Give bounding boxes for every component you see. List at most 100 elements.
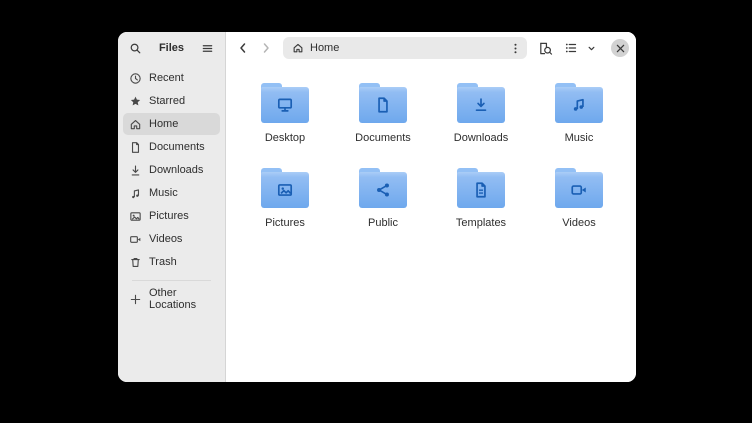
sidebar-item-label: Music [149, 187, 178, 199]
folder-body [359, 172, 407, 208]
chevron-left-icon [236, 41, 250, 55]
folder-body [261, 87, 309, 123]
folder-icon [555, 83, 603, 123]
search-icon [129, 42, 142, 55]
folder-label: Templates [456, 217, 506, 229]
folder-body [555, 87, 603, 123]
folder-desktop[interactable]: Desktop [236, 83, 334, 168]
folder-body [457, 87, 505, 123]
sidebar-item-label: Videos [149, 233, 182, 245]
folder-documents[interactable]: Documents [334, 83, 432, 168]
share-emblem-icon [374, 181, 392, 199]
video-icon [129, 233, 142, 246]
hamburger-menu-icon [201, 42, 214, 55]
desktop-background: { "window": { "title": "Files", "sidebar… [0, 0, 752, 423]
current-location-label: Home [310, 42, 339, 54]
back-button[interactable] [233, 37, 253, 59]
folder-body [261, 172, 309, 208]
headerbar: Home [226, 32, 636, 64]
sidebar-item-label: Starred [149, 95, 185, 107]
document-icon [129, 141, 142, 154]
folder-icon [359, 168, 407, 208]
file-grid: Desktop Documents Download [226, 64, 636, 382]
video-emblem-icon [570, 181, 588, 199]
chevron-right-icon [259, 41, 273, 55]
sidebar-separator [132, 280, 211, 281]
sidebar-item-label: Downloads [149, 164, 203, 176]
folder-label: Downloads [454, 132, 508, 144]
sidebar-item-label: Documents [149, 141, 205, 153]
folder-label: Music [565, 132, 594, 144]
list-view-button[interactable] [561, 37, 581, 59]
sidebar-item-label: Trash [149, 256, 177, 268]
search-location-button[interactable] [534, 37, 556, 59]
document-emblem-icon [374, 96, 392, 114]
music-note-icon [129, 187, 142, 200]
sidebar-item-other-locations[interactable]: Other Locations [123, 288, 220, 310]
sidebar-item-music[interactable]: Music [123, 182, 220, 204]
folder-label: Pictures [265, 217, 305, 229]
sidebar-header: Files [118, 32, 225, 64]
folder-body [457, 172, 505, 208]
folder-body [555, 172, 603, 208]
image-emblem-icon [276, 181, 294, 199]
folder-icon [457, 83, 505, 123]
image-icon [129, 210, 142, 223]
main-menu-button[interactable] [199, 39, 217, 57]
sidebar-item-videos[interactable]: Videos [123, 228, 220, 250]
sidebar-item-label: Home [149, 118, 178, 130]
folder-icon [457, 168, 505, 208]
desktop-emblem-icon [276, 96, 294, 114]
sidebar-item-trash[interactable]: Trash [123, 251, 220, 273]
folder-templates[interactable]: Templates [432, 168, 530, 253]
folder-label: Videos [562, 217, 595, 229]
list-view-icon [564, 41, 578, 55]
sidebar-item-pictures[interactable]: Pictures [123, 205, 220, 227]
home-icon [292, 42, 304, 54]
folder-downloads[interactable]: Downloads [432, 83, 530, 168]
forward-button[interactable] [256, 37, 276, 59]
close-window-button[interactable] [611, 39, 629, 57]
trash-icon [129, 256, 142, 269]
download-emblem-icon [472, 96, 490, 114]
app-title: Files [159, 42, 184, 54]
folder-label: Documents [355, 132, 411, 144]
view-toggle-group [561, 37, 601, 59]
vertical-dots-icon [509, 42, 522, 55]
sidebar-item-label: Pictures [149, 210, 189, 222]
search-document-icon [538, 41, 553, 56]
sidebar-item-recent[interactable]: Recent [123, 67, 220, 89]
folder-label: Public [368, 217, 398, 229]
view-options-button[interactable] [581, 37, 601, 59]
folder-icon [261, 83, 309, 123]
close-icon [616, 44, 625, 53]
download-icon [129, 164, 142, 177]
folder-pictures[interactable]: Pictures [236, 168, 334, 253]
folder-icon [261, 168, 309, 208]
sidebar-item-documents[interactable]: Documents [123, 136, 220, 158]
search-button[interactable] [126, 39, 144, 57]
sidebar-list: Recent Starred Home Documents Downloads [118, 64, 225, 311]
star-icon [129, 95, 142, 108]
sidebar-item-home[interactable]: Home [123, 113, 220, 135]
sidebar-item-downloads[interactable]: Downloads [123, 159, 220, 181]
folder-music[interactable]: Music [530, 83, 628, 168]
folder-public[interactable]: Public [334, 168, 432, 253]
folder-label: Desktop [265, 132, 305, 144]
home-icon [129, 118, 142, 131]
clock-icon [129, 72, 142, 85]
chevron-down-icon [586, 43, 597, 54]
sidebar-item-starred[interactable]: Starred [123, 90, 220, 112]
files-window: Files Recent Starred Home Documents [118, 32, 636, 382]
folder-videos[interactable]: Videos [530, 168, 628, 253]
plus-icon [129, 293, 142, 306]
folder-icon [359, 83, 407, 123]
sidebar-item-label: Other Locations [149, 287, 214, 311]
folder-icon [555, 168, 603, 208]
folder-body [359, 87, 407, 123]
location-menu-button[interactable] [506, 39, 524, 57]
main-pane: Home [226, 32, 636, 382]
sidebar: Files Recent Starred Home Documents [118, 32, 226, 382]
sidebar-item-label: Recent [149, 72, 184, 84]
path-bar[interactable]: Home [283, 37, 527, 59]
